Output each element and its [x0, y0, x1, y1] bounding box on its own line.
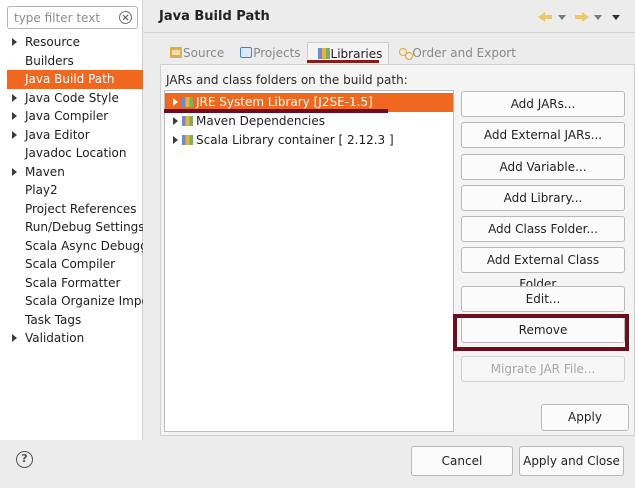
libraries-icon: [317, 48, 330, 59]
back-arrow-icon[interactable]: [538, 11, 553, 23]
sidebar-item-validation[interactable]: Validation: [0, 329, 143, 348]
sidebar-item-java-build-path[interactable]: Java Build Path: [7, 70, 143, 89]
library-label: Scala Library container [ 2.12.3 ]: [196, 133, 394, 147]
sidebar-item-label: Java Build Path: [25, 72, 115, 86]
library-item-scala-library-container[interactable]: Scala Library container [ 2.12.3 ]: [165, 131, 453, 150]
sidebar-item-builders[interactable]: Builders: [0, 52, 143, 71]
tab-projects[interactable]: Projects: [230, 42, 306, 64]
sidebar-item-task-tags[interactable]: Task Tags: [0, 311, 143, 330]
sidebar-item-label: Scala Organize Imports: [25, 294, 143, 308]
library-label: Maven Dependencies: [196, 114, 326, 128]
sidebar-item-label: Project References: [25, 201, 137, 216]
projects-icon: [240, 47, 253, 58]
preferences-sidebar: Resource Builders Java Build Path Java C…: [0, 0, 143, 440]
sidebar-item-resource[interactable]: Resource: [0, 33, 143, 52]
add-external-jars-button[interactable]: Add External JARs...: [461, 122, 625, 148]
build-path-tabs: Source Projects Libraries Order and Expo…: [160, 42, 635, 64]
sidebar-item-java-code-style[interactable]: Java Code Style: [0, 89, 143, 108]
clear-icon[interactable]: [119, 11, 132, 24]
apply-and-close-button[interactable]: Apply and Close: [519, 446, 624, 476]
filter-input[interactable]: [14, 9, 114, 26]
sidebar-item-java-editor[interactable]: Java Editor: [0, 126, 143, 145]
library-item-maven-dependencies[interactable]: Maven Dependencies: [165, 112, 453, 131]
expand-arrow-icon[interactable]: [173, 117, 178, 125]
sidebar-item-maven[interactable]: Maven: [0, 163, 143, 182]
sidebar-item-javadoc-location[interactable]: Javadoc Location: [0, 144, 143, 163]
tab-label: Projects: [253, 46, 301, 60]
expand-arrow-icon[interactable]: [173, 98, 178, 106]
expand-arrow-icon[interactable]: [12, 38, 17, 46]
library-icon: [182, 116, 193, 126]
migrate-jar-button: Migrate JAR File...: [461, 356, 625, 382]
tab-label: Libraries: [330, 47, 383, 61]
sidebar-item-label: Java Compiler: [25, 109, 109, 123]
sidebar-item-project-references[interactable]: Project References: [0, 200, 143, 219]
forward-arrow-icon[interactable]: [574, 11, 589, 23]
tab-order-and-export[interactable]: Order and Export: [389, 42, 522, 64]
library-icon: [182, 97, 193, 107]
libraries-list[interactable]: JRE System Library [J2SE-1.5] Maven Depe…: [164, 90, 454, 432]
expand-arrow-icon[interactable]: [12, 334, 17, 342]
library-icon: [182, 135, 193, 145]
sidebar-item-play2[interactable]: Play2: [0, 181, 143, 200]
remove-button[interactable]: Remove: [461, 317, 625, 343]
expand-arrow-icon[interactable]: [173, 136, 178, 144]
sidebar-item-run-debug-settings[interactable]: Run/Debug Settings: [0, 218, 143, 237]
add-external-class-folder-button[interactable]: Add External Class Folder...: [461, 247, 625, 291]
expand-arrow-icon[interactable]: [12, 167, 17, 176]
tab-source[interactable]: Source: [160, 42, 230, 64]
page-title: Java Build Path: [159, 9, 270, 24]
preferences-tree: Resource Builders Java Build Path Java C…: [0, 33, 143, 348]
sidebar-item-java-compiler[interactable]: Java Compiler: [0, 107, 143, 126]
add-library-button[interactable]: Add Library...: [461, 185, 625, 211]
apply-button[interactable]: Apply: [541, 404, 629, 431]
sidebar-item-label: Scala Compiler: [25, 257, 116, 271]
sidebar-item-label: Run/Debug Settings: [25, 220, 143, 234]
expand-arrow-icon[interactable]: [12, 112, 17, 120]
library-label: JRE System Library [J2SE-1.5]: [196, 95, 373, 109]
sidebar-item-label: Task Tags: [25, 312, 82, 327]
add-jars-button[interactable]: Add JARs...: [461, 91, 625, 117]
jre-library-underline-annotation: [164, 109, 388, 113]
libraries-label: JARs and class folders on the build path…: [166, 73, 408, 87]
libraries-tab-underline-annotation: [307, 60, 379, 63]
cancel-button[interactable]: Cancel: [411, 446, 513, 476]
order-export-icon: [399, 47, 414, 60]
filter-field[interactable]: [7, 6, 138, 29]
sidebar-item-label: Builders: [25, 53, 74, 68]
header-divider: [144, 32, 635, 33]
edit-button[interactable]: Edit...: [461, 286, 625, 312]
sidebar-item-label: Scala Async Debugger: [25, 238, 143, 253]
sidebar-item-scala-async-debugger[interactable]: Scala Async Debugger: [0, 237, 143, 256]
sidebar-item-scala-organize-imports[interactable]: Scala Organize Imports: [0, 292, 143, 311]
source-folder-icon: [170, 47, 182, 58]
sidebar-item-label: Scala Formatter: [25, 275, 121, 290]
sidebar-item-label: Javadoc Location: [25, 146, 127, 160]
sidebar-item-scala-compiler[interactable]: Scala Compiler: [0, 255, 143, 274]
view-menu-icon[interactable]: [612, 14, 620, 20]
sidebar-item-label: Maven: [25, 164, 65, 179]
sidebar-item-label: Java Editor: [25, 127, 90, 142]
expand-arrow-icon[interactable]: [12, 93, 17, 102]
expand-arrow-icon[interactable]: [12, 130, 17, 139]
sidebar-item-scala-formatter[interactable]: Scala Formatter: [0, 274, 143, 293]
help-icon[interactable]: ?: [16, 451, 33, 468]
back-history-dropdown-icon[interactable]: [558, 14, 566, 20]
navigation-toolbar: [538, 10, 625, 24]
sidebar-item-label: Resource: [25, 35, 81, 49]
add-variable-button[interactable]: Add Variable...: [461, 154, 625, 180]
sidebar-item-label: Java Code Style: [25, 90, 119, 105]
forward-history-dropdown-icon[interactable]: [594, 14, 602, 20]
sidebar-item-label: Validation: [25, 331, 85, 345]
sidebar-item-label: Play2: [25, 183, 58, 197]
add-class-folder-button[interactable]: Add Class Folder...: [461, 216, 625, 242]
tab-label: Order and Export: [412, 46, 516, 60]
tab-label: Source: [183, 46, 225, 60]
